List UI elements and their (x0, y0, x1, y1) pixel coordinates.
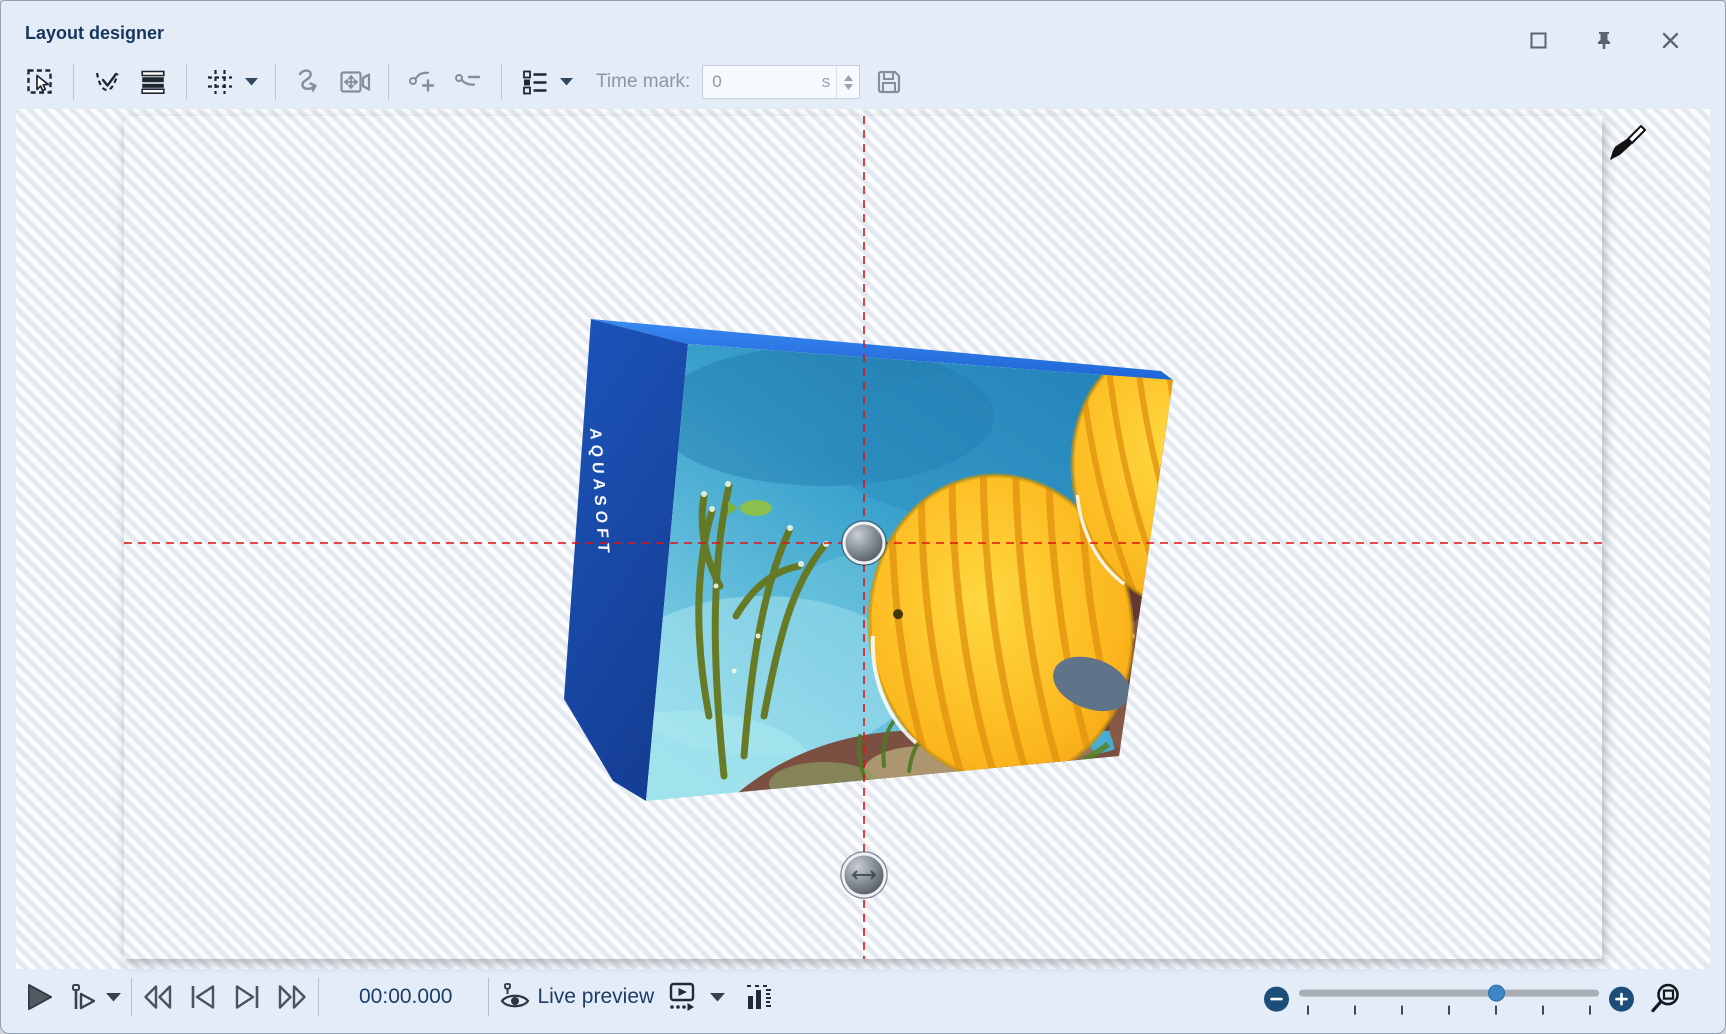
play-from-marker-icon (68, 982, 98, 1012)
object-list-button[interactable] (518, 65, 552, 99)
object-list-icon (521, 68, 549, 96)
play-options-dropdown[interactable] (106, 977, 121, 1017)
camera-pan-icon (339, 68, 371, 96)
path-curve-icon (93, 68, 121, 96)
zoom-slider-thumb[interactable] (1488, 985, 1505, 1002)
chevron-down-icon (560, 78, 573, 86)
render-preview-dropdown[interactable] (710, 977, 725, 1017)
separator (275, 64, 276, 100)
play-from-marker-button[interactable] (68, 977, 98, 1017)
close-button[interactable] (1659, 29, 1681, 51)
render-preview-button[interactable] (664, 977, 696, 1017)
zoom-slider-track[interactable] (1299, 990, 1599, 997)
center-handle[interactable] (842, 521, 886, 565)
levels-icon (743, 982, 773, 1012)
zoom-fit-button[interactable] (1648, 979, 1682, 1019)
chevron-down-icon (710, 993, 725, 1002)
time-mark-spinner (836, 66, 859, 98)
plus-icon (1615, 992, 1628, 1005)
motion-path-icon (294, 67, 324, 97)
camera-pan-tool-button (338, 65, 372, 99)
fast-forward-button[interactable] (276, 977, 308, 1017)
separator (131, 978, 132, 1016)
time-mark-input (703, 72, 820, 92)
rewind-button[interactable] (142, 977, 174, 1017)
next-button[interactable] (232, 977, 262, 1017)
fast-forward-icon (276, 983, 308, 1011)
layers-icon (139, 68, 167, 96)
add-keyframe-icon (407, 68, 437, 96)
zoom-out-button[interactable] (1264, 986, 1289, 1011)
separator (186, 64, 187, 100)
cube-object[interactable]: AQUASOFT (554, 317, 1328, 831)
pin-button[interactable] (1593, 29, 1615, 51)
layers-tool-button[interactable] (136, 65, 170, 99)
scene-overlay: AQUASOFT (124, 116, 1602, 959)
zoom-slider-ticks (1307, 1006, 1591, 1015)
pin-icon (1596, 31, 1612, 50)
separator (73, 64, 74, 100)
minus-icon (1270, 992, 1283, 1005)
maximize-button[interactable] (1527, 29, 1549, 51)
bottom-handle[interactable] (841, 852, 887, 898)
spinner-up-icon (844, 75, 853, 81)
separator (488, 978, 489, 1016)
brush-cursor-icon (1608, 123, 1648, 163)
separator (501, 64, 502, 100)
magnifier-fit-icon (1648, 982, 1682, 1016)
rewind-icon (142, 983, 174, 1011)
zoom-slider[interactable] (1299, 984, 1599, 1014)
motion-path-tool-button (292, 65, 326, 99)
object-list-dropdown-button[interactable] (558, 65, 574, 99)
zoom-in-button[interactable] (1609, 986, 1634, 1011)
canvas-area[interactable]: AQUASOFT (16, 109, 1710, 969)
play-icon (24, 982, 54, 1012)
skip-end-icon (232, 983, 262, 1011)
live-preview-toggle[interactable] (499, 977, 531, 1017)
chevron-down-icon (245, 78, 258, 86)
time-display: 00:00.000 (359, 985, 452, 1009)
stage-preview[interactable]: AQUASOFT (124, 116, 1602, 959)
separator (388, 64, 389, 100)
select-tool-button[interactable] (23, 65, 57, 99)
time-mark-box: s (702, 65, 860, 99)
panel-title: Layout designer (25, 23, 164, 44)
close-icon (1662, 32, 1679, 49)
path-curve-tool-button[interactable] (90, 65, 124, 99)
skip-start-icon (188, 983, 218, 1011)
separator (318, 978, 319, 1016)
remove-keyframe-button (451, 65, 485, 99)
previous-button[interactable] (188, 977, 218, 1017)
save-time-mark-button (872, 65, 906, 99)
time-mark-label: Time mark: (596, 71, 690, 93)
select-tool-icon (26, 68, 54, 96)
render-preview-icon (664, 981, 696, 1013)
grid-icon (206, 68, 234, 96)
transport-bar: 00:00.000 Live preview (16, 969, 1710, 1025)
chevron-down-icon (106, 993, 121, 1002)
time-mark-unit: s (820, 72, 837, 92)
zoom-cluster (1264, 979, 1682, 1019)
layout-designer-panel: Layout designer (0, 0, 1726, 1034)
titlebar: Layout designer (1, 1, 1725, 55)
play-button[interactable] (24, 977, 54, 1017)
window-controls (1527, 29, 1681, 51)
remove-keyframe-icon (453, 68, 483, 96)
grid-dropdown-button[interactable] (243, 65, 259, 99)
toolbar: Time mark: s (1, 55, 1725, 109)
grid-tool-button[interactable] (203, 65, 237, 99)
live-preview-label: Live preview (537, 985, 654, 1009)
levels-button[interactable] (743, 977, 773, 1017)
live-preview-eye-icon (499, 981, 531, 1013)
spinner-down-icon (844, 84, 853, 90)
add-keyframe-button (405, 65, 439, 99)
save-icon (875, 68, 903, 96)
maximize-icon (1530, 32, 1547, 49)
